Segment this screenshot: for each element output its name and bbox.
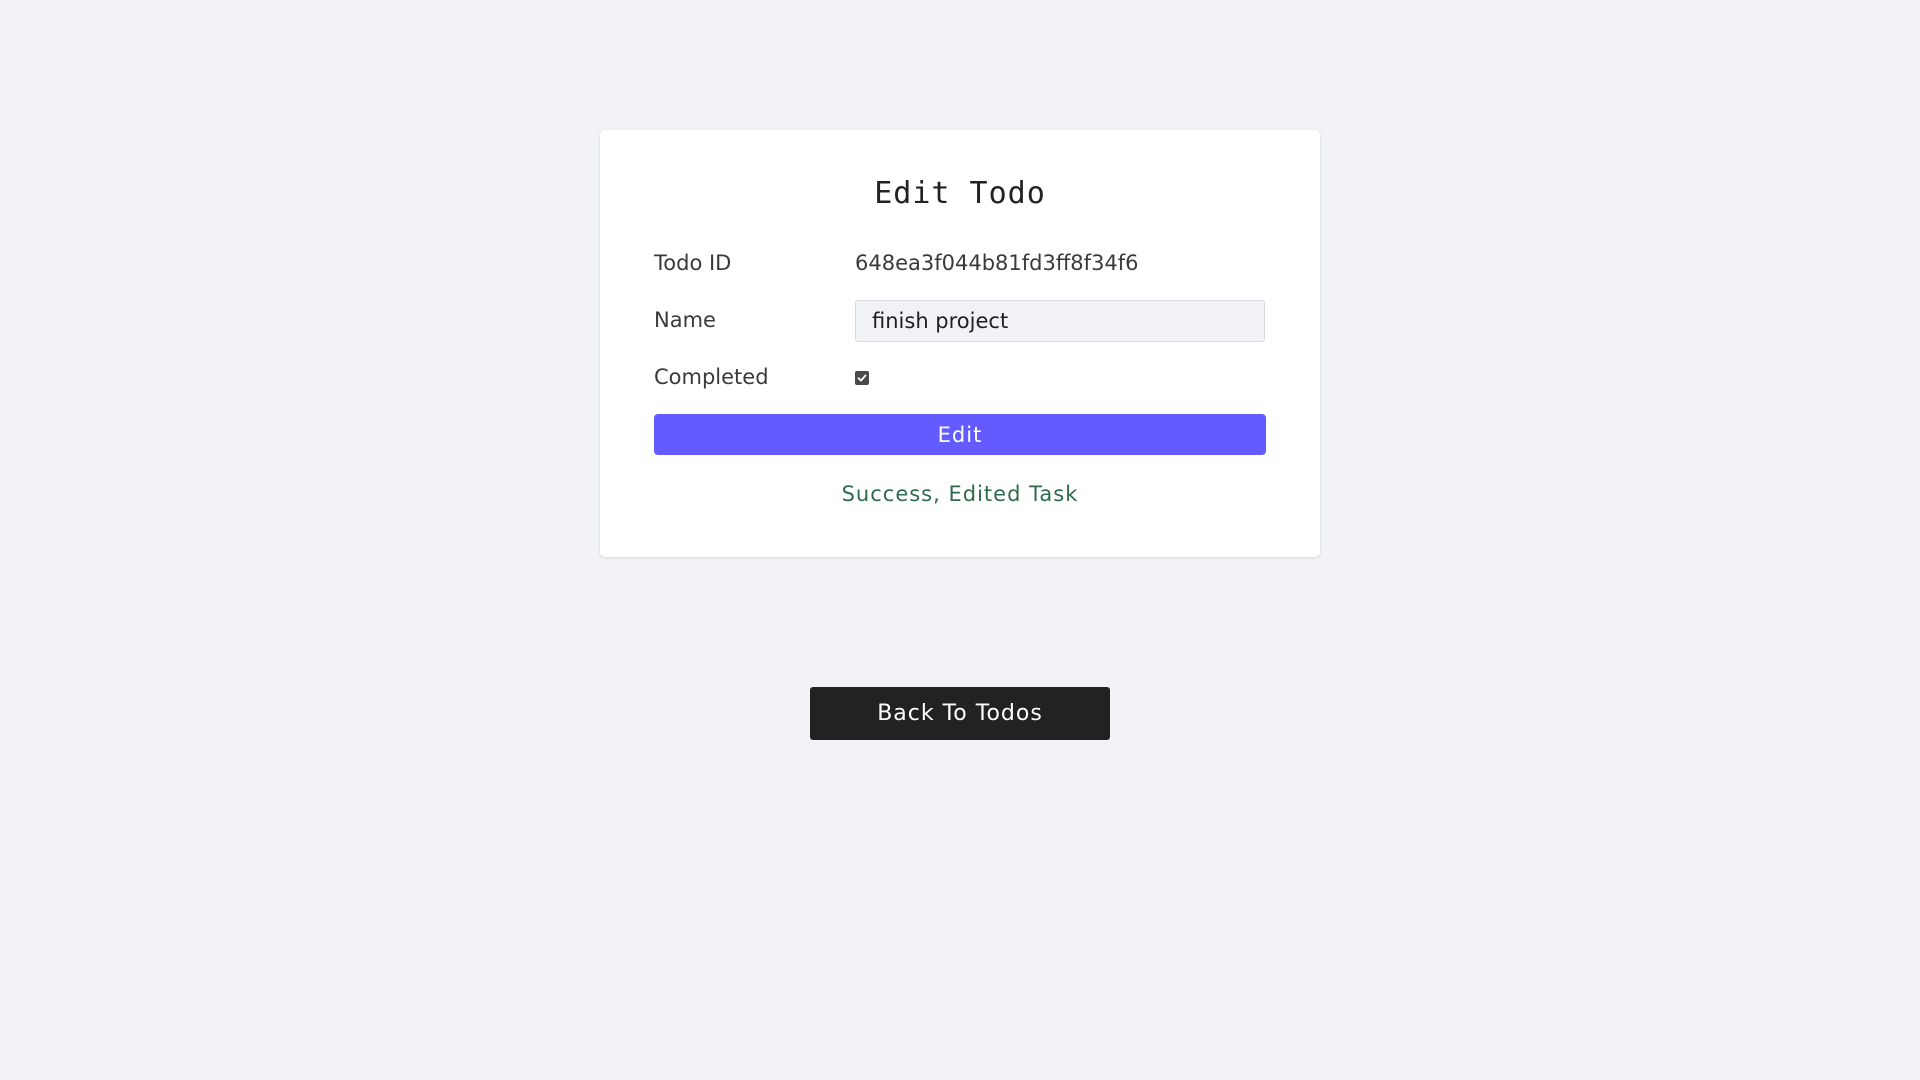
- status-message: Success, Edited Task: [841, 482, 1079, 506]
- name-label: Name: [654, 308, 716, 332]
- edit-todo-card: Edit Todo Todo ID 648ea3f044b81fd3ff8f34…: [600, 130, 1320, 557]
- todo-id-label: Todo ID: [654, 251, 732, 275]
- completed-label: Completed: [654, 365, 769, 389]
- back-to-todos-button[interactable]: Back To Todos: [810, 687, 1110, 740]
- page-title: Edit Todo: [874, 176, 1046, 211]
- page: Edit Todo Todo ID 648ea3f044b81fd3ff8f34…: [0, 0, 1920, 1080]
- completed-checkbox[interactable]: [855, 371, 869, 385]
- todo-id-value: 648ea3f044b81fd3ff8f34f6: [855, 251, 1139, 275]
- checkmark-icon: [857, 374, 867, 382]
- name-input[interactable]: [855, 300, 1265, 342]
- edit-button[interactable]: Edit: [654, 414, 1266, 455]
